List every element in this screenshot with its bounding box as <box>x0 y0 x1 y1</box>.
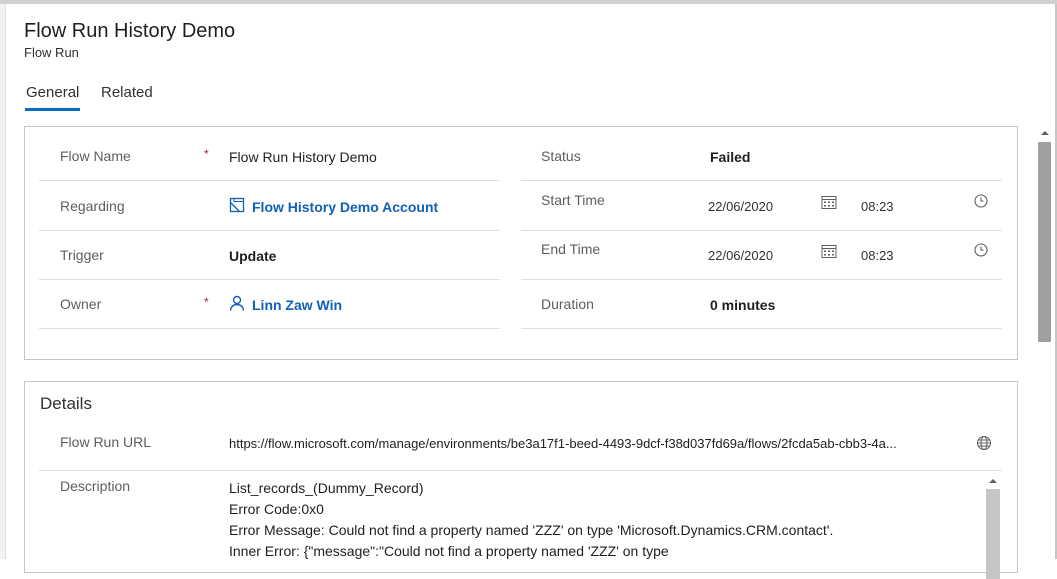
calendar-icon[interactable] <box>821 194 837 215</box>
required-marker: * <box>204 295 209 309</box>
globe-icon[interactable] <box>976 435 992 456</box>
status-row: Status Failed <box>521 131 1002 181</box>
duration-value: 0 minutes <box>710 297 776 313</box>
regarding-label: Regarding <box>60 198 125 214</box>
flow-run-url-label: Flow Run URL <box>60 434 152 450</box>
owner-label: Owner <box>60 296 102 312</box>
calendar-icon[interactable] <box>821 243 837 264</box>
end-time-row: End Time 22/06/2020 08:23 <box>521 230 1002 280</box>
start-date-value[interactable]: 22/06/2020 <box>708 199 773 214</box>
flow-name-label: Flow Name <box>60 148 131 164</box>
description-scrollbar-thumb[interactable] <box>986 489 1000 579</box>
clock-icon[interactable] <box>973 242 989 263</box>
start-time-label: Start Time <box>541 192 605 208</box>
regarding-row: Regarding Flow History Demo Account <box>39 181 500 231</box>
description-value[interactable]: List_records_(Dummy_Record) Error Code:0… <box>229 478 833 562</box>
page-scrollbar-thumb[interactable] <box>1038 142 1051 342</box>
owner-link[interactable]: Linn Zaw Win <box>252 297 342 313</box>
flow-run-url-value[interactable]: https://flow.microsoft.com/manage/enviro… <box>229 436 897 451</box>
flow-name-row: Flow Name * Flow Run History Demo <box>39 131 500 181</box>
tab-related[interactable]: Related <box>101 84 153 101</box>
details-section: Details Flow Run URL https://flow.micros… <box>24 381 1018 579</box>
account-record-icon <box>229 197 245 218</box>
clock-icon[interactable] <box>973 193 989 214</box>
left-nav-edge <box>0 4 6 559</box>
regarding-link[interactable]: Flow History Demo Account <box>252 199 438 215</box>
end-time-value[interactable]: 08:23 <box>861 248 894 263</box>
end-date-value[interactable]: 22/06/2020 <box>708 248 773 263</box>
description-label: Description <box>60 478 131 494</box>
person-icon <box>229 295 245 316</box>
tab-general[interactable]: General <box>26 84 79 101</box>
top-border <box>0 0 1057 4</box>
trigger-row: Trigger Update <box>39 230 500 280</box>
start-time-value[interactable]: 08:23 <box>861 199 894 214</box>
status-value: Failed <box>710 149 751 165</box>
entity-type-label: Flow Run <box>24 45 79 60</box>
end-time-label: End Time <box>541 241 601 257</box>
flow-name-value[interactable]: Flow Run History Demo <box>229 149 377 165</box>
general-section: Flow Name * Flow Run History Demo Regard… <box>24 126 1018 360</box>
page-title: Flow Run History Demo <box>24 20 236 42</box>
trigger-value[interactable]: Update <box>229 248 276 264</box>
required-marker: * <box>204 147 209 161</box>
trigger-label: Trigger <box>60 247 104 263</box>
details-section-title: Details <box>40 394 92 413</box>
selected-tab-indicator <box>25 108 80 111</box>
description-line: Error Message: Could not find a property… <box>229 522 834 538</box>
owner-row: Owner * Linn Zaw Win <box>39 279 500 329</box>
description-line: Error Code:0x0 <box>229 501 324 517</box>
status-label: Status <box>541 148 581 164</box>
duration-label: Duration <box>541 296 594 312</box>
scroll-up-arrow-icon[interactable] <box>985 475 1001 487</box>
page-scrollbar[interactable] <box>1036 126 1054 559</box>
scroll-up-arrow-icon[interactable] <box>1036 126 1054 140</box>
start-time-row: Start Time 22/06/2020 08:23 <box>521 181 1002 231</box>
description-line: List_records_(Dummy_Record) <box>229 480 424 496</box>
duration-row: Duration 0 minutes <box>521 279 1002 329</box>
description-scrollbar[interactable] <box>985 475 1001 579</box>
